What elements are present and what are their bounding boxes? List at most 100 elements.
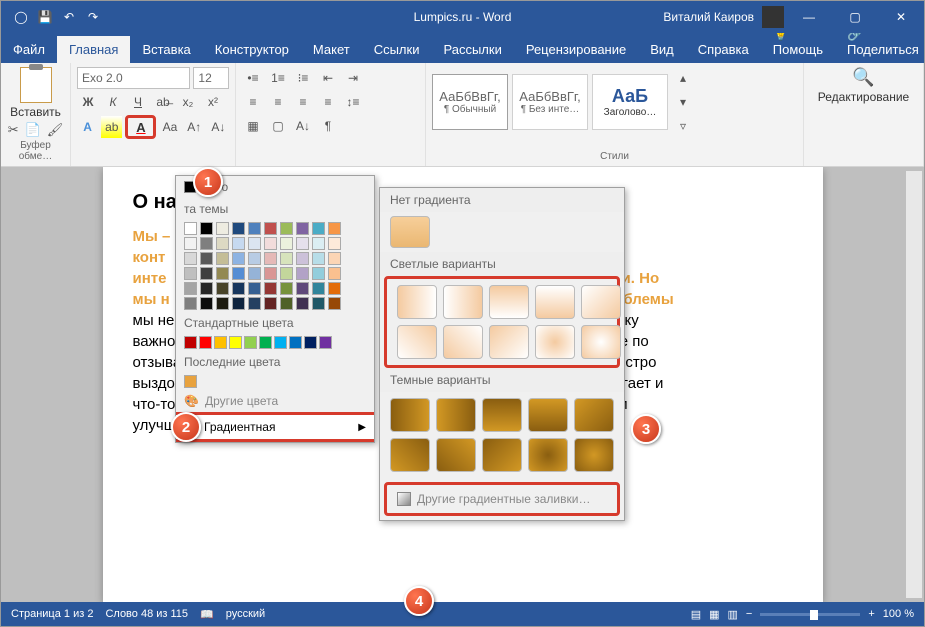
underline-button[interactable]: Ч	[127, 91, 149, 113]
sup-button[interactable]: x²	[202, 91, 224, 113]
tab-references[interactable]: Ссылки	[362, 36, 432, 63]
numbering-button[interactable]: 1≡	[267, 67, 289, 89]
titlebar: ◯ 💾 ↶ ↷ Lumpics.ru - Word Виталий Каиров…	[1, 1, 924, 33]
redo-icon[interactable]: ↷	[85, 9, 101, 25]
style-nospace[interactable]: АаБбВвГг, ¶ Без инте…	[512, 74, 588, 130]
style-normal[interactable]: АаБбВвГг, ¶ Обычный	[432, 74, 508, 130]
bullets-button[interactable]: •≡	[242, 67, 264, 89]
style-heading[interactable]: АаБ Заголово…	[592, 74, 668, 130]
status-words[interactable]: Слово 48 из 115	[105, 608, 188, 620]
increase-indent-button[interactable]: ⇥	[342, 67, 364, 89]
window-title: Lumpics.ru - Word	[414, 10, 512, 24]
theme-colors-label: та темы	[176, 198, 374, 220]
callout-3: 3	[631, 414, 661, 444]
view-web-icon[interactable]: ▥	[728, 608, 738, 621]
dark-variants-label: Темные варианты	[380, 368, 624, 392]
tab-help[interactable]: Справка	[686, 36, 761, 63]
styles-more-button[interactable]: ▿	[672, 115, 694, 137]
more-gradients-row[interactable]: Другие градиентные заливки…	[384, 482, 620, 516]
view-print-icon[interactable]: ▦	[709, 608, 719, 621]
styles-down-button[interactable]: ▾	[672, 91, 694, 113]
align-center-button[interactable]: ≡	[267, 91, 289, 113]
cut-icon[interactable]: ✂	[8, 122, 19, 138]
dark-variants-grid[interactable]	[380, 392, 624, 478]
no-gradient-swatch[interactable]	[380, 212, 624, 252]
user-name[interactable]: Виталий Каиров	[663, 10, 754, 24]
save-icon[interactable]: 💾	[37, 9, 53, 25]
font-size-combo[interactable]: 12	[193, 67, 229, 89]
gradient-icon	[397, 492, 411, 506]
avatar[interactable]	[762, 6, 784, 28]
bold-button[interactable]: Ж	[77, 91, 99, 113]
zoom-slider[interactable]	[760, 613, 860, 616]
font-color-button[interactable]: A	[125, 115, 156, 139]
tab-insert[interactable]: Вставка	[130, 36, 202, 63]
minimize-button[interactable]: —	[786, 1, 832, 33]
font-name-combo[interactable]: Exo 2.0	[77, 67, 190, 89]
shrink-font-button[interactable]: A↓	[208, 116, 229, 138]
tab-mailings[interactable]: Рассылки	[431, 36, 513, 63]
format-painter-icon[interactable]: 🖌	[47, 122, 64, 138]
text-effects-button[interactable]: A	[77, 116, 98, 138]
char-shading-button[interactable]: Aa	[159, 116, 180, 138]
copy-icon[interactable]: 📄	[25, 122, 41, 138]
status-spell-icon[interactable]: 📖	[200, 608, 214, 621]
callout-2: 2	[171, 412, 201, 442]
borders-button[interactable]: ▢	[267, 115, 289, 137]
light-variants-grid[interactable]	[384, 276, 620, 368]
light-variants-label: Светлые варианты	[380, 252, 624, 276]
more-colors-row[interactable]: 🎨 Другие цвета	[176, 390, 374, 412]
tab-layout[interactable]: Макет	[301, 36, 362, 63]
tab-design[interactable]: Конструктор	[203, 36, 301, 63]
autosave-toggle[interactable]: ◯	[13, 9, 29, 25]
align-right-button[interactable]: ≡	[292, 91, 314, 113]
tab-home[interactable]: Главная	[57, 36, 130, 63]
recent-colors-label: Последние цвета	[176, 351, 374, 373]
sort-button[interactable]: A↓	[292, 115, 314, 137]
show-marks-button[interactable]: ¶	[317, 115, 339, 137]
callout-1: 1	[193, 167, 223, 197]
grow-font-button[interactable]: A↑	[184, 116, 205, 138]
ribbon-tabs: Файл Главная Вставка Конструктор Макет С…	[1, 33, 924, 63]
styles-up-button[interactable]: ▴	[672, 67, 694, 89]
maximize-button[interactable]: ▢	[832, 1, 878, 33]
chevron-right-icon: ▶	[358, 422, 366, 433]
styles-label: Стили	[432, 151, 797, 162]
zoom-out-button[interactable]: −	[746, 608, 752, 620]
theme-palette[interactable]	[176, 220, 374, 312]
undo-icon[interactable]: ↶	[61, 9, 77, 25]
shading-button[interactable]: ▦	[242, 115, 264, 137]
paste-icon[interactable]	[20, 67, 52, 103]
sub-button[interactable]: x₂	[177, 91, 199, 113]
clipboard-label: Буфер обме…	[7, 140, 64, 162]
standard-colors-label: Стандартные цвета	[176, 312, 374, 334]
zoom-in-button[interactable]: +	[868, 608, 874, 620]
line-spacing-button[interactable]: ↕≡	[342, 91, 364, 113]
font-color-dropdown: Авто та темы Стандартные цвета Последние…	[175, 175, 375, 443]
gradient-row[interactable]: Градиентная ▶	[176, 412, 374, 442]
zoom-level[interactable]: 100 %	[883, 608, 914, 620]
find-icon[interactable]: 🔍	[852, 67, 874, 88]
close-button[interactable]: ✕	[878, 1, 924, 33]
justify-button[interactable]: ≡	[317, 91, 339, 113]
tab-view[interactable]: Вид	[638, 36, 686, 63]
highlight-button[interactable]: ab	[101, 116, 122, 138]
palette-icon: 🎨	[184, 394, 199, 408]
view-read-icon[interactable]: ▤	[691, 608, 701, 621]
align-left-button[interactable]: ≡	[242, 91, 264, 113]
multilevel-button[interactable]: ⁝≡	[292, 67, 314, 89]
tab-file[interactable]: Файл	[1, 36, 57, 63]
gradient-submenu: Нет градиента Светлые варианты Темные ва…	[379, 187, 625, 521]
statusbar: Страница 1 из 2 Слово 48 из 115 📖 русски…	[1, 602, 924, 626]
editing-button[interactable]: Редактирование	[818, 90, 909, 104]
paste-button[interactable]: Вставить	[10, 105, 61, 119]
tab-review[interactable]: Рецензирование	[514, 36, 638, 63]
italic-button[interactable]: К	[102, 91, 124, 113]
recent-palette[interactable]	[176, 373, 374, 390]
decrease-indent-button[interactable]: ⇤	[317, 67, 339, 89]
status-lang[interactable]: русский	[226, 608, 265, 620]
standard-palette[interactable]	[176, 334, 374, 351]
status-page[interactable]: Страница 1 из 2	[11, 608, 93, 620]
strike-button[interactable]: ab̶	[152, 91, 174, 113]
vertical-scrollbar[interactable]	[906, 171, 922, 598]
